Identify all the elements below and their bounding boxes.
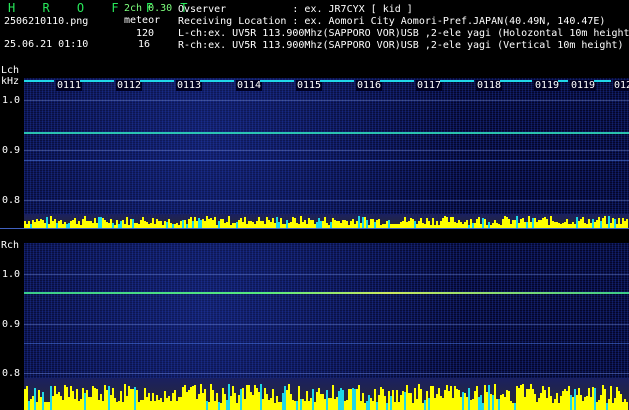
lch-receiver-info: L-ch:ex. UV5R 113.900Mhz(SAPPORO VOR)USB… <box>178 28 629 39</box>
time-label: 0119 <box>570 80 597 91</box>
rch-tick-1.0: 1.0 <box>2 269 21 280</box>
rch-faint-line <box>24 343 629 344</box>
time-segment <box>380 80 414 82</box>
time-segment <box>558 80 568 82</box>
rch-grid-0.8 <box>24 373 629 374</box>
lch-tick-0.8: 0.8 <box>2 195 21 206</box>
rch-grid-1.0 <box>24 274 629 275</box>
lch-signal-line <box>24 132 629 134</box>
time-segment <box>80 80 114 82</box>
lch-level-meter <box>24 214 629 228</box>
time-segment <box>260 80 294 82</box>
lch-faint-line <box>24 160 629 161</box>
version-prefix: 2ch <box>124 3 149 14</box>
time-label: 012 <box>613 80 629 91</box>
rch-level-meter <box>24 378 629 410</box>
meteor-count-lch: 120 <box>136 28 155 39</box>
lch-unit: kHz <box>1 76 20 87</box>
time-segment <box>200 80 234 82</box>
lch-grid-1.0 <box>24 100 629 101</box>
time-segment <box>24 80 54 82</box>
lch-tick-0.9: 0.9 <box>2 145 21 156</box>
time-label: 0116 <box>356 80 383 91</box>
time-label: 0117 <box>416 80 443 91</box>
lch-tick-1.0: 1.0 <box>2 95 21 106</box>
time-segment <box>440 80 474 82</box>
lch-label: Lch <box>1 65 20 76</box>
level-bar <box>626 402 628 410</box>
time-label: 0112 <box>116 80 143 91</box>
time-label: 0118 <box>476 80 503 91</box>
observer-info: Ovserver : ex. JR7CYX [ kid ] <box>178 4 413 15</box>
time-label: 0115 <box>296 80 323 91</box>
rch-signal-line <box>24 292 629 294</box>
rch-grid-0.9 <box>24 324 629 325</box>
time-label: 0113 <box>176 80 203 91</box>
date-time: 25.06.21 01:10 <box>4 39 89 50</box>
lch-spectrogram <box>24 78 629 228</box>
time-label: 0114 <box>236 80 263 91</box>
version-label: 2ch 0.30 <box>124 4 172 14</box>
level-bar <box>626 219 628 228</box>
time-segment <box>320 80 354 82</box>
rch-receiver-info: R-ch:ex. UV5R 113.900Mhz(SAPPORO VOR)USB… <box>178 40 624 51</box>
meteor-label: meteor <box>124 15 161 26</box>
lch-grid-0.8 <box>24 200 629 201</box>
time-label: 0111 <box>56 80 83 91</box>
time-segment <box>500 80 532 82</box>
meteor-count-rch: 16 <box>138 39 151 50</box>
lch-grid-0.9 <box>24 150 629 151</box>
rch-tick-0.8: 0.8 <box>2 368 21 379</box>
file-name: 2506210110.png <box>4 16 89 27</box>
time-label: 0119 <box>534 80 561 91</box>
time-segment <box>140 80 174 82</box>
rch-tick-0.9: 0.9 <box>2 319 21 330</box>
version-number: 0.30 <box>148 3 173 14</box>
rch-label: Rch <box>1 240 20 251</box>
time-segment <box>594 80 611 82</box>
channel-separator <box>0 228 629 229</box>
location-info: Receiving Location : ex. Aomori City Aom… <box>178 16 606 27</box>
